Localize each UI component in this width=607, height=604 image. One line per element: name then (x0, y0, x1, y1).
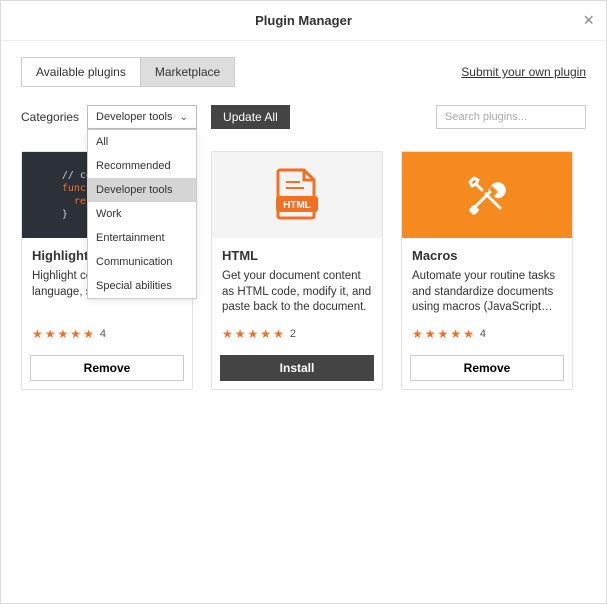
window-title: Plugin Manager (255, 13, 352, 28)
categories-dropdown-menu: All Recommended Developer tools Work Ent… (87, 129, 197, 299)
update-all-button[interactable]: Update All (211, 105, 290, 129)
star-icon: ★ (273, 327, 284, 341)
html-file-icon: HTML (274, 168, 320, 223)
star-icon: ★ (248, 327, 259, 341)
star-icon: ★ (58, 327, 69, 341)
plugin-description: Get your document content as HTML code, … (222, 269, 372, 317)
categories-selected-value: Developer tools (96, 111, 172, 123)
plugin-rating: ★ ★ ★ ★ ★ 4 (412, 327, 562, 341)
titlebar: Plugin Manager × (1, 1, 606, 41)
star-icon: ★ (45, 327, 56, 341)
rating-count: 4 (480, 328, 486, 340)
rating-count: 4 (100, 328, 106, 340)
plugin-card-body: HTML Get your document content as HTML c… (212, 238, 382, 349)
toolbar: Categories Developer tools ⌄ All Recomme… (21, 105, 586, 129)
star-icon: ★ (222, 327, 233, 341)
dropdown-item-entertainment[interactable]: Entertainment (88, 226, 196, 250)
plugin-rating: ★ ★ ★ ★ ★ 2 (222, 327, 372, 341)
categories-dropdown-button[interactable]: Developer tools ⌄ (87, 105, 197, 129)
plugin-thumb-html: HTML (212, 152, 382, 238)
search-input[interactable] (436, 105, 586, 129)
content-area: Available plugins Marketplace Submit you… (1, 41, 606, 603)
svg-text:HTML: HTML (283, 200, 311, 211)
close-icon[interactable]: × (583, 11, 594, 29)
plugin-title: HTML (222, 248, 372, 263)
star-icon: ★ (412, 327, 423, 341)
submit-plugin-link[interactable]: Submit your own plugin (461, 65, 586, 79)
plugin-thumb-macros (402, 152, 572, 238)
star-icon: ★ (70, 327, 81, 341)
categories-label: Categories (21, 110, 79, 124)
dropdown-item-work[interactable]: Work (88, 202, 196, 226)
tools-icon (460, 168, 514, 222)
plugin-rating: ★ ★ ★ ★ ★ 4 (32, 327, 182, 341)
star-icon: ★ (463, 327, 474, 341)
categories-dropdown: Developer tools ⌄ All Recommended Develo… (87, 105, 197, 129)
dropdown-item-recommended[interactable]: Recommended (88, 154, 196, 178)
plugin-card-macros: Macros Automate your routine tasks and s… (401, 151, 573, 390)
star-icon: ★ (260, 327, 271, 341)
star-icon: ★ (425, 327, 436, 341)
plugin-description: Automate your routine tasks and standard… (412, 269, 562, 317)
tab-available-plugins[interactable]: Available plugins (21, 57, 140, 87)
star-icon: ★ (83, 327, 94, 341)
dropdown-item-developer-tools[interactable]: Developer tools (88, 178, 196, 202)
plugin-title: Macros (412, 248, 562, 263)
tab-marketplace[interactable]: Marketplace (140, 57, 235, 87)
rating-count: 2 (290, 328, 296, 340)
dropdown-item-special-abilities[interactable]: Special abilities (88, 274, 196, 298)
star-icon: ★ (438, 327, 449, 341)
remove-button[interactable]: Remove (410, 355, 564, 381)
plugin-card-body: Macros Automate your routine tasks and s… (402, 238, 572, 349)
plugin-manager-window: Plugin Manager × Available plugins Marke… (0, 0, 607, 604)
star-icon: ★ (450, 327, 461, 341)
dropdown-item-communication[interactable]: Communication (88, 250, 196, 274)
tab-row: Available plugins Marketplace Submit you… (21, 57, 586, 87)
star-icon: ★ (235, 327, 246, 341)
remove-button[interactable]: Remove (30, 355, 184, 381)
plugin-card-html: HTML HTML Get your document content as H… (211, 151, 383, 390)
dropdown-item-all[interactable]: All (88, 130, 196, 154)
chevron-down-icon: ⌄ (180, 112, 188, 123)
install-button[interactable]: Install (220, 355, 374, 381)
star-icon: ★ (32, 327, 43, 341)
